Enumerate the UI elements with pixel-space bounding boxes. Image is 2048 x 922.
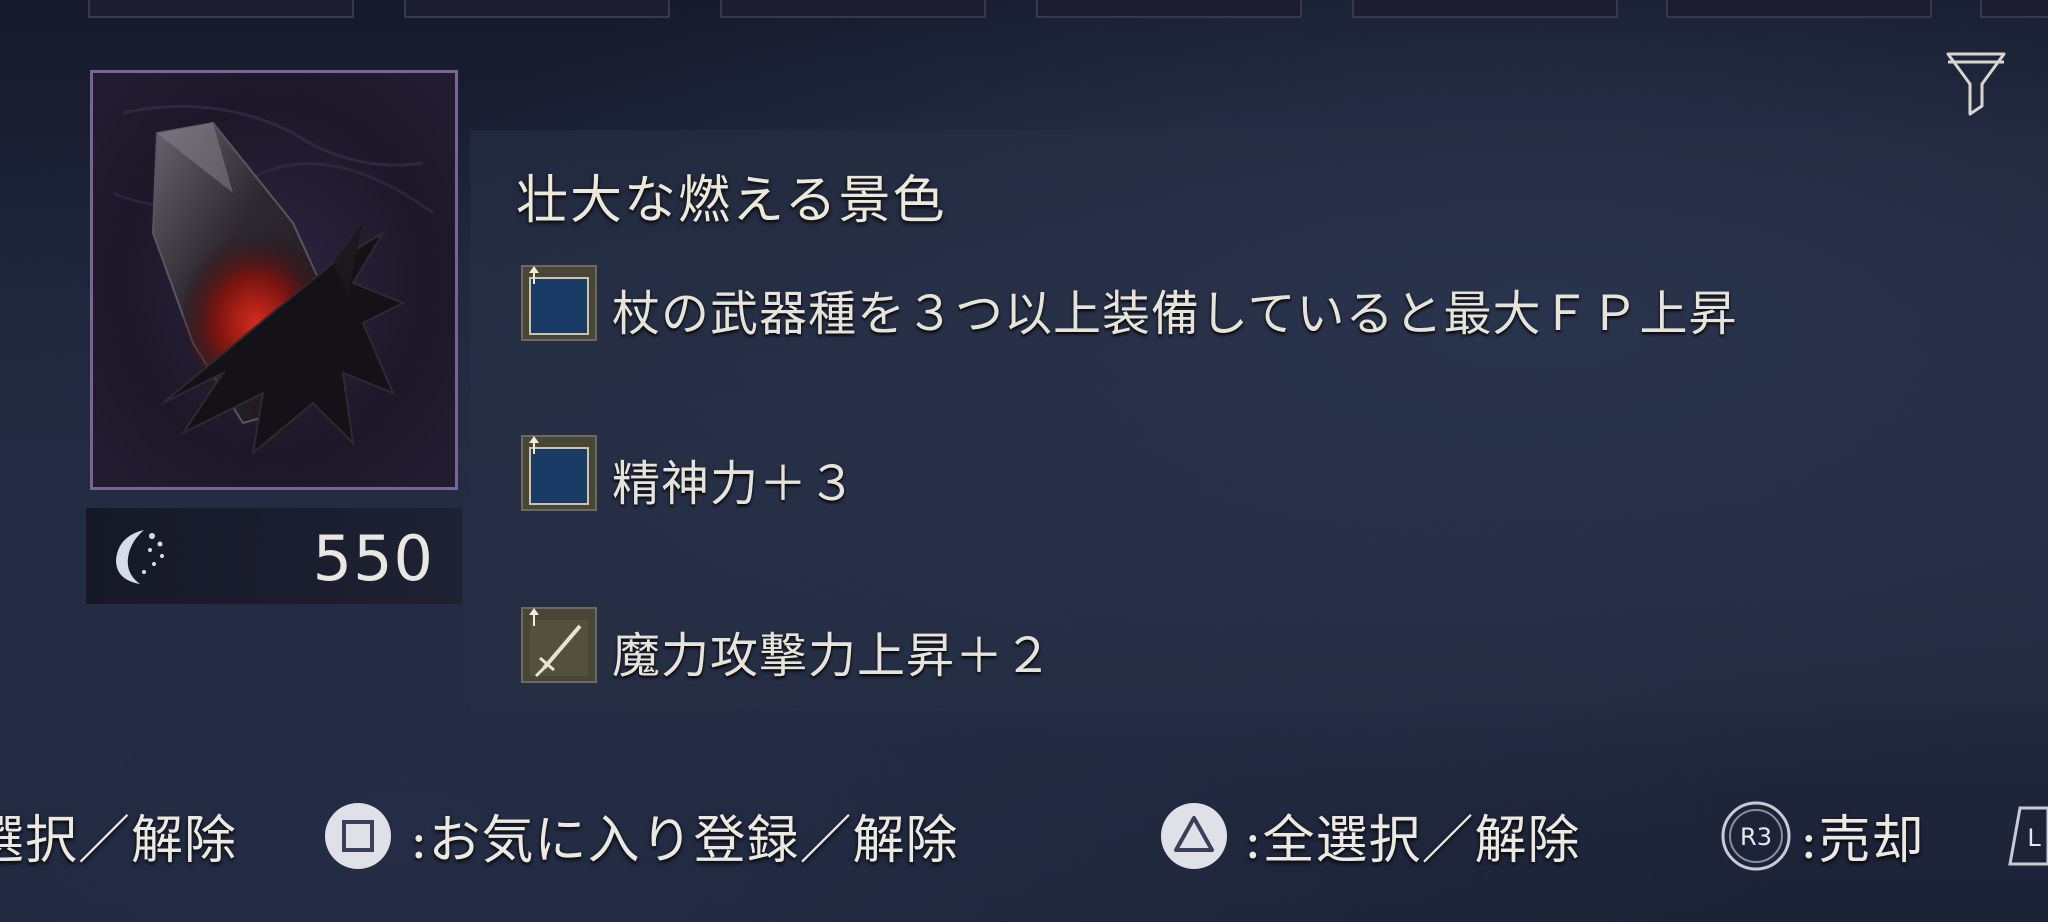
favorite-hint: :お気に入り登録／解除: [410, 811, 959, 871]
stat-up-blue-icon: [520, 264, 598, 342]
inventory-slot[interactable]: [88, 0, 354, 18]
inventory-slot[interactable]: [1980, 0, 2048, 18]
effect-text: 魔力攻撃力上昇＋２: [612, 628, 1054, 684]
filter-icon[interactable]: [1946, 50, 2006, 116]
triangle-button-icon[interactable]: [1158, 800, 1230, 872]
effect-text: 精神力＋３: [612, 456, 858, 512]
control-hint-bar: 選択／解除 :お気に入り登録／解除 :全選択／解除 R3 :売却 L: [0, 790, 2048, 880]
inventory-slot[interactable]: [404, 0, 670, 18]
inventory-slot[interactable]: [1036, 0, 1302, 18]
effect-text: 杖の武器種を３つ以上装備していると最大ＦＰ上昇: [612, 286, 1738, 342]
item-title: 壮大な燃える景色: [516, 171, 947, 231]
inventory-slot[interactable]: [1352, 0, 1618, 18]
sword-attack-up-icon: [520, 606, 598, 684]
svg-text:L: L: [2027, 824, 2041, 852]
stat-up-blue-icon: [520, 434, 598, 512]
crystal-shard-icon: [112, 104, 434, 456]
svg-text:R3: R3: [1740, 823, 1772, 851]
inventory-slot[interactable]: [720, 0, 986, 18]
l-button-icon[interactable]: L: [2006, 800, 2048, 872]
select-toggle-hint: 選択／解除: [0, 811, 238, 871]
select-all-hint: :全選択／解除: [1244, 811, 1581, 871]
inventory-slot[interactable]: [1666, 0, 1932, 18]
item-image-frame[interactable]: [90, 70, 458, 490]
sell-hint: :売却: [1800, 811, 1925, 871]
square-button-icon[interactable]: [322, 800, 394, 872]
r3-button-icon[interactable]: R3: [1720, 800, 1792, 872]
rune-cost-panel: 550: [86, 508, 462, 604]
rune-cost-value: 550: [312, 522, 434, 595]
rune-icon: [104, 522, 174, 592]
